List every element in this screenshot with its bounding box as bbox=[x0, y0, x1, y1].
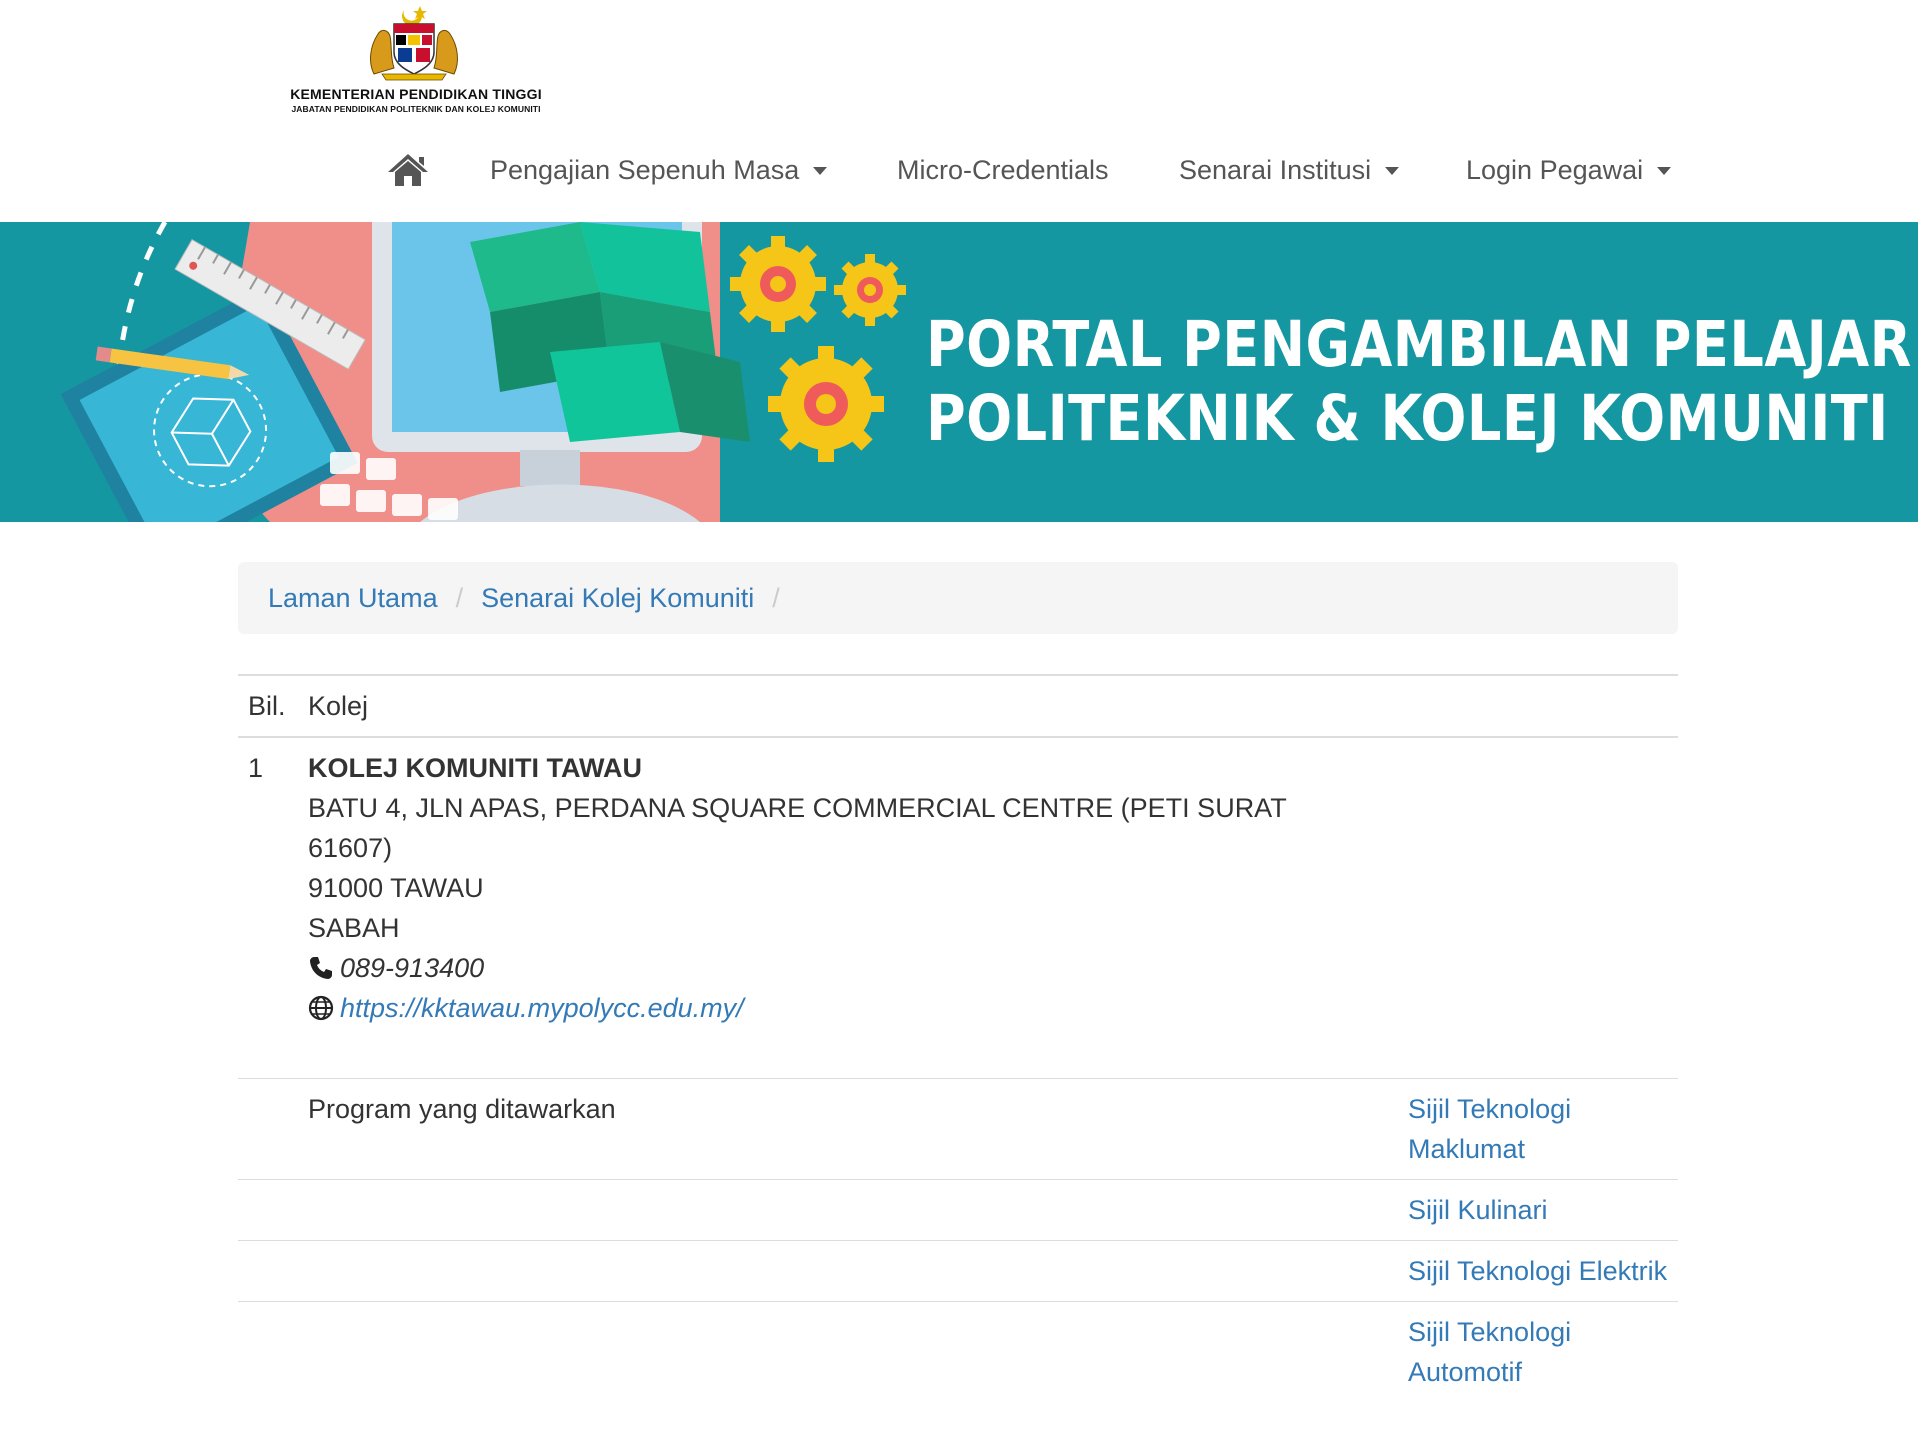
program-row: Sijil Teknologi Automotif bbox=[238, 1301, 1678, 1402]
program-item[interactable]: Sijil Teknologi Automotif bbox=[1398, 1301, 1678, 1402]
program-item[interactable]: Sijil Teknologi Elektrik bbox=[1398, 1240, 1678, 1302]
home-icon bbox=[388, 154, 428, 186]
chevron-down-icon bbox=[1385, 167, 1400, 175]
nav-pengajian-label: Pengajian Sepenuh Masa bbox=[490, 154, 800, 185]
kolej-website-link[interactable]: https://kktawau.mypolycc.edu.my/ bbox=[340, 993, 744, 1023]
empty-cell bbox=[298, 1301, 1398, 1402]
nav-micro-credentials-label: Micro-Credentials bbox=[897, 154, 1109, 185]
program-item[interactable]: Sijil Kulinari bbox=[1398, 1179, 1678, 1241]
breadcrumb-senarai-kolej-komuniti[interactable]: Senarai Kolej Komuniti bbox=[481, 583, 754, 614]
program-link-line1[interactable]: Sijil Teknologi bbox=[1408, 1312, 1668, 1352]
program-link-line1[interactable]: Sijil Teknologi Elektrik bbox=[1408, 1251, 1668, 1291]
table-row: 1 KOLEJ KOMUNITI TAWAU BATU 4, JLN APAS,… bbox=[238, 736, 1678, 1079]
empty-cell bbox=[238, 1078, 298, 1180]
chevron-down-icon bbox=[1657, 167, 1672, 175]
kolej-address-line1: BATU 4, JLN APAS, PERDANA SQUARE COMMERC… bbox=[308, 793, 1287, 823]
nav-login-pegawai[interactable]: Login Pegawai bbox=[1466, 142, 1672, 198]
empty-cell bbox=[238, 1240, 298, 1302]
empty-cell bbox=[238, 1301, 298, 1402]
program-row: Sijil Kulinari bbox=[238, 1179, 1678, 1241]
kolej-website: https://kktawau.mypolycc.edu.my/ bbox=[308, 988, 1668, 1028]
nav-pengajian-sepenuh-masa[interactable]: Pengajian Sepenuh Masa bbox=[490, 142, 828, 198]
ministry-logo[interactable]: KEMENTERIAN PENDIDIKAN TINGGI JABATAN PE… bbox=[236, 4, 596, 120]
logo-ministry-name: KEMENTERIAN PENDIDIKAN TINGGI bbox=[290, 86, 542, 102]
program-label: Program yang ditawarkan bbox=[298, 1078, 1398, 1180]
program-item[interactable]: Sijil Teknologi Maklumat bbox=[1398, 1078, 1678, 1180]
banner-illustration bbox=[60, 222, 906, 522]
program-link-line2[interactable]: Automotif bbox=[1408, 1352, 1668, 1392]
globe-icon bbox=[308, 995, 334, 1020]
program-link-line1[interactable]: Sijil Teknologi bbox=[1408, 1089, 1668, 1129]
program-row: Sijil Teknologi Elektrik bbox=[238, 1240, 1678, 1302]
breadcrumb-separator: / bbox=[455, 582, 464, 613]
nav-senarai-institusi-label: Senarai Institusi bbox=[1179, 154, 1372, 185]
breadcrumb-separator: / bbox=[772, 582, 780, 613]
kolej-address-line2: 61607) bbox=[308, 833, 393, 863]
column-header-kolej: Kolej bbox=[298, 674, 1678, 738]
logo-department-name: JABATAN PENDIDIKAN POLITEKNIK DAN KOLEJ … bbox=[291, 104, 541, 114]
kolej-table: Bil. Kolej 1 KOLEJ KOMUNITI TAWAU BATU 4… bbox=[238, 674, 1678, 1402]
table-header-row: Bil. Kolej bbox=[238, 674, 1678, 738]
breadcrumb-laman-utama[interactable]: Laman Utama bbox=[268, 583, 438, 614]
main-content: Laman Utama / Senarai Kolej Komuniti / B… bbox=[238, 562, 1678, 1402]
row-number: 1 bbox=[238, 736, 298, 1079]
nav-login-pegawai-label: Login Pegawai bbox=[1466, 154, 1644, 185]
program-link-line1[interactable]: Sijil Kulinari bbox=[1408, 1190, 1668, 1230]
main-nav: Pengajian Sepenuh Masa Micro-Credentials… bbox=[0, 142, 1918, 198]
banner-title-line2: POLITEKNIK & KOLEJ KOMUNITI bbox=[926, 382, 1889, 455]
phone-icon bbox=[310, 956, 332, 979]
kolej-name: KOLEJ KOMUNITI TAWAU bbox=[308, 753, 642, 783]
column-header-bil: Bil. bbox=[238, 674, 298, 738]
kolej-address-line4: SABAH bbox=[308, 913, 400, 943]
program-link-line2[interactable]: Maklumat bbox=[1408, 1129, 1668, 1169]
kolej-details: KOLEJ KOMUNITI TAWAU BATU 4, JLN APAS, P… bbox=[298, 736, 1678, 1079]
empty-cell bbox=[238, 1179, 298, 1241]
empty-cell bbox=[298, 1240, 1398, 1302]
kolej-phone-number: 089-913400 bbox=[340, 953, 485, 983]
breadcrumb: Laman Utama / Senarai Kolej Komuniti / bbox=[238, 562, 1678, 634]
program-row: Program yang ditawarkan Sijil Teknologi … bbox=[238, 1078, 1678, 1180]
banner-title: PORTAL PENGAMBILAN PELAJAR POLITEKNIK & … bbox=[926, 308, 1912, 456]
portal-banner: PORTAL PENGAMBILAN PELAJAR POLITEKNIK & … bbox=[0, 222, 1918, 522]
nav-micro-credentials[interactable]: Micro-Credentials bbox=[897, 142, 1109, 198]
kolej-phone: 089-913400 bbox=[308, 948, 1668, 988]
nav-senarai-institusi[interactable]: Senarai Institusi bbox=[1179, 142, 1400, 198]
chevron-down-icon bbox=[813, 167, 828, 175]
nav-home-link[interactable] bbox=[386, 142, 430, 198]
kolej-address-line3: 91000 TAWAU bbox=[308, 873, 484, 903]
site-header: KEMENTERIAN PENDIDIKAN TINGGI JABATAN PE… bbox=[0, 0, 1918, 222]
banner-title-line1: PORTAL PENGAMBILAN PELAJAR bbox=[926, 308, 1912, 381]
malaysia-crest-icon bbox=[370, 6, 458, 81]
empty-cell bbox=[298, 1179, 1398, 1241]
